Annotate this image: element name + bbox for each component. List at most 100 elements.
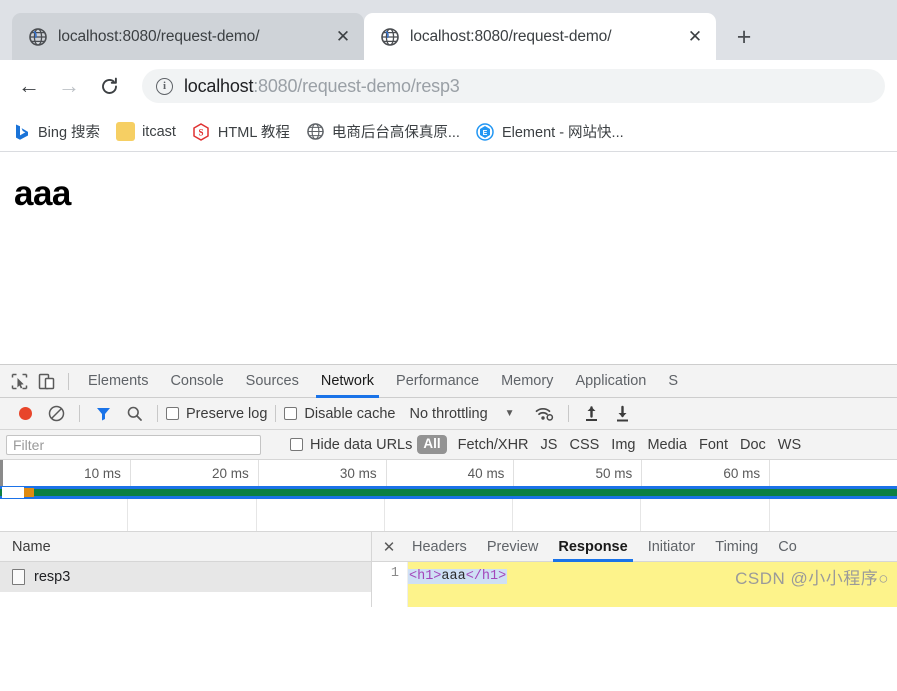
column-header-name[interactable]: Name	[0, 532, 371, 562]
url-path: :8080/request-demo/resp3	[253, 75, 460, 96]
detail-tab-headers[interactable]: Headers	[402, 532, 477, 562]
divider	[567, 405, 569, 422]
filter-type-all[interactable]: All	[417, 435, 447, 454]
devtools-tab-memory[interactable]: Memory	[490, 365, 564, 398]
browser-tab-2[interactable]: localhost:8080/request-demo/ ✕	[364, 13, 716, 60]
network-conditions-icon[interactable]	[530, 401, 560, 427]
browser-toolbar: ← → i localhost:8080/request-demo/resp3	[0, 60, 897, 112]
html-text: aaa	[441, 569, 466, 584]
filter-type-fetch-xhr[interactable]: Fetch/XHR	[458, 437, 529, 453]
bookmark-label: itcast	[142, 123, 176, 140]
checkbox-box[interactable]	[284, 407, 298, 420]
detail-tab-timing[interactable]: Timing	[705, 532, 768, 562]
overview-bar-orange	[24, 488, 34, 497]
clear-no-entry-icon[interactable]	[41, 401, 71, 427]
devtools-tab-sources[interactable]: Sources	[235, 365, 310, 398]
back-icon[interactable]: ←	[12, 69, 46, 103]
network-overview[interactable]: 10 ms 20 ms 30 ms 40 ms 50 ms 60 ms	[0, 460, 897, 532]
close-icon[interactable]: ✕	[376, 534, 402, 560]
upload-arrow-icon[interactable]	[577, 401, 607, 427]
detail-tabbar: ✕ Headers Preview Response Initiator Tim…	[372, 532, 897, 562]
checkbox-box[interactable]	[290, 438, 303, 451]
svg-text:S: S	[199, 127, 204, 137]
download-arrow-icon[interactable]	[608, 401, 638, 427]
bookmark-html-tutorial[interactable]: S HTML 教程	[192, 121, 290, 142]
close-icon[interactable]: ✕	[684, 26, 706, 48]
timeline-tick: 50 ms	[514, 460, 643, 486]
detail-tab-response[interactable]: Response	[548, 532, 637, 562]
site-info-icon[interactable]: i	[156, 77, 173, 95]
bookmark-label: 电商后台高保真原...	[331, 125, 460, 141]
timeline-ruler: 10 ms 20 ms 30 ms 40 ms 50 ms 60 ms	[0, 460, 897, 486]
divider	[68, 372, 69, 390]
globe-icon	[380, 27, 399, 46]
request-name: resp3	[34, 569, 71, 585]
checkbox-box[interactable]	[166, 407, 179, 420]
new-tab-button[interactable]: +	[724, 18, 764, 56]
preserve-log-label: Preserve log	[186, 405, 268, 422]
page-viewport: aaa	[0, 152, 897, 364]
detail-tab-cookies[interactable]: Co	[768, 532, 807, 562]
detail-tab-preview[interactable]: Preview	[477, 532, 549, 562]
folder-icon	[116, 122, 136, 141]
devtools-tab-elements[interactable]: Elements	[77, 365, 159, 398]
runoob-icon: S	[192, 122, 211, 141]
address-bar[interactable]: i localhost:8080/request-demo/resp3	[142, 69, 885, 103]
devtools-tab-network[interactable]: Network	[310, 365, 385, 398]
forward-icon[interactable]: →	[52, 69, 86, 103]
record-dot-icon[interactable]	[10, 401, 40, 427]
divider	[275, 405, 277, 422]
overview-bar-green	[0, 489, 897, 496]
bookmark-label: HTML 教程	[217, 125, 290, 141]
devtools-tab-console[interactable]: Console	[159, 365, 234, 398]
element-icon: E	[476, 122, 495, 141]
request-list: Name resp3	[0, 532, 372, 607]
hide-data-urls-checkbox[interactable]: Hide data URLs	[290, 437, 412, 453]
filter-type-media[interactable]: Media	[647, 437, 687, 453]
response-code[interactable]: <h1>aaa</h1> CSDN @小小程序○	[408, 562, 897, 607]
timeline-tick: 20 ms	[131, 460, 259, 486]
document-icon	[12, 569, 25, 585]
chevron-down-icon[interactable]: ▼	[505, 408, 515, 419]
disable-cache-checkbox[interactable]: Disable cache	[284, 406, 395, 422]
filter-type-ws[interactable]: WS	[778, 437, 801, 453]
filter-type-css[interactable]: CSS	[569, 437, 599, 453]
table-row[interactable]: resp3	[0, 562, 371, 592]
bookmark-label: Bing 搜索	[38, 125, 101, 141]
bookmark-element[interactable]: E Element - 网站快...	[476, 121, 624, 142]
timeline-tick: 10 ms	[0, 460, 131, 486]
bookmarks-bar: Bing 搜索 itcast S HTML 教程 电商后台高保真原... E E…	[0, 112, 897, 152]
devtools-tab-performance[interactable]: Performance	[385, 365, 490, 398]
bookmark-itcast[interactable]: itcast	[116, 122, 176, 141]
reload-icon[interactable]	[92, 69, 126, 103]
close-icon[interactable]: ✕	[332, 26, 354, 48]
filter-type-doc[interactable]: Doc	[740, 437, 766, 453]
browser-window: localhost:8080/request-demo/ ✕ localhost…	[0, 0, 897, 691]
network-toolbar: Preserve log Disable cache No throttling…	[0, 398, 897, 430]
response-body[interactable]: 1 <h1>aaa</h1> CSDN @小小程序○	[372, 562, 897, 607]
funnel-icon[interactable]	[88, 401, 118, 427]
bookmark-ecommerce[interactable]: 电商后台高保真原...	[306, 121, 460, 142]
globe-icon	[306, 122, 325, 141]
filter-type-js[interactable]: JS	[541, 437, 558, 453]
overview-gridlines	[0, 499, 897, 531]
magnifier-icon[interactable]	[119, 401, 149, 427]
throttling-select[interactable]: No throttling	[409, 406, 487, 422]
devtools-tab-application[interactable]: Application	[564, 365, 657, 398]
overview-bars	[0, 486, 897, 499]
device-toolbar-icon[interactable]	[33, 368, 60, 395]
timeline-tick: 30 ms	[259, 460, 387, 486]
cursor-select-icon[interactable]	[6, 368, 33, 395]
filter-type-font[interactable]: Font	[699, 437, 728, 453]
bookmark-bing[interactable]: Bing 搜索	[12, 121, 100, 142]
browser-tab-1[interactable]: localhost:8080/request-demo/ ✕	[12, 13, 364, 60]
timeline-tick: 60 ms	[642, 460, 771, 486]
tab-strip: localhost:8080/request-demo/ ✕ localhost…	[0, 0, 897, 60]
html-open-tag: <h1>	[409, 569, 442, 584]
timeline-tick: 40 ms	[387, 460, 515, 486]
devtools-tab-security[interactable]: S	[657, 365, 689, 398]
filter-input[interactable]: Filter	[6, 434, 261, 455]
preserve-log-checkbox[interactable]: Preserve log	[166, 406, 267, 422]
filter-type-img[interactable]: Img	[611, 437, 635, 453]
detail-tab-initiator[interactable]: Initiator	[638, 532, 706, 562]
